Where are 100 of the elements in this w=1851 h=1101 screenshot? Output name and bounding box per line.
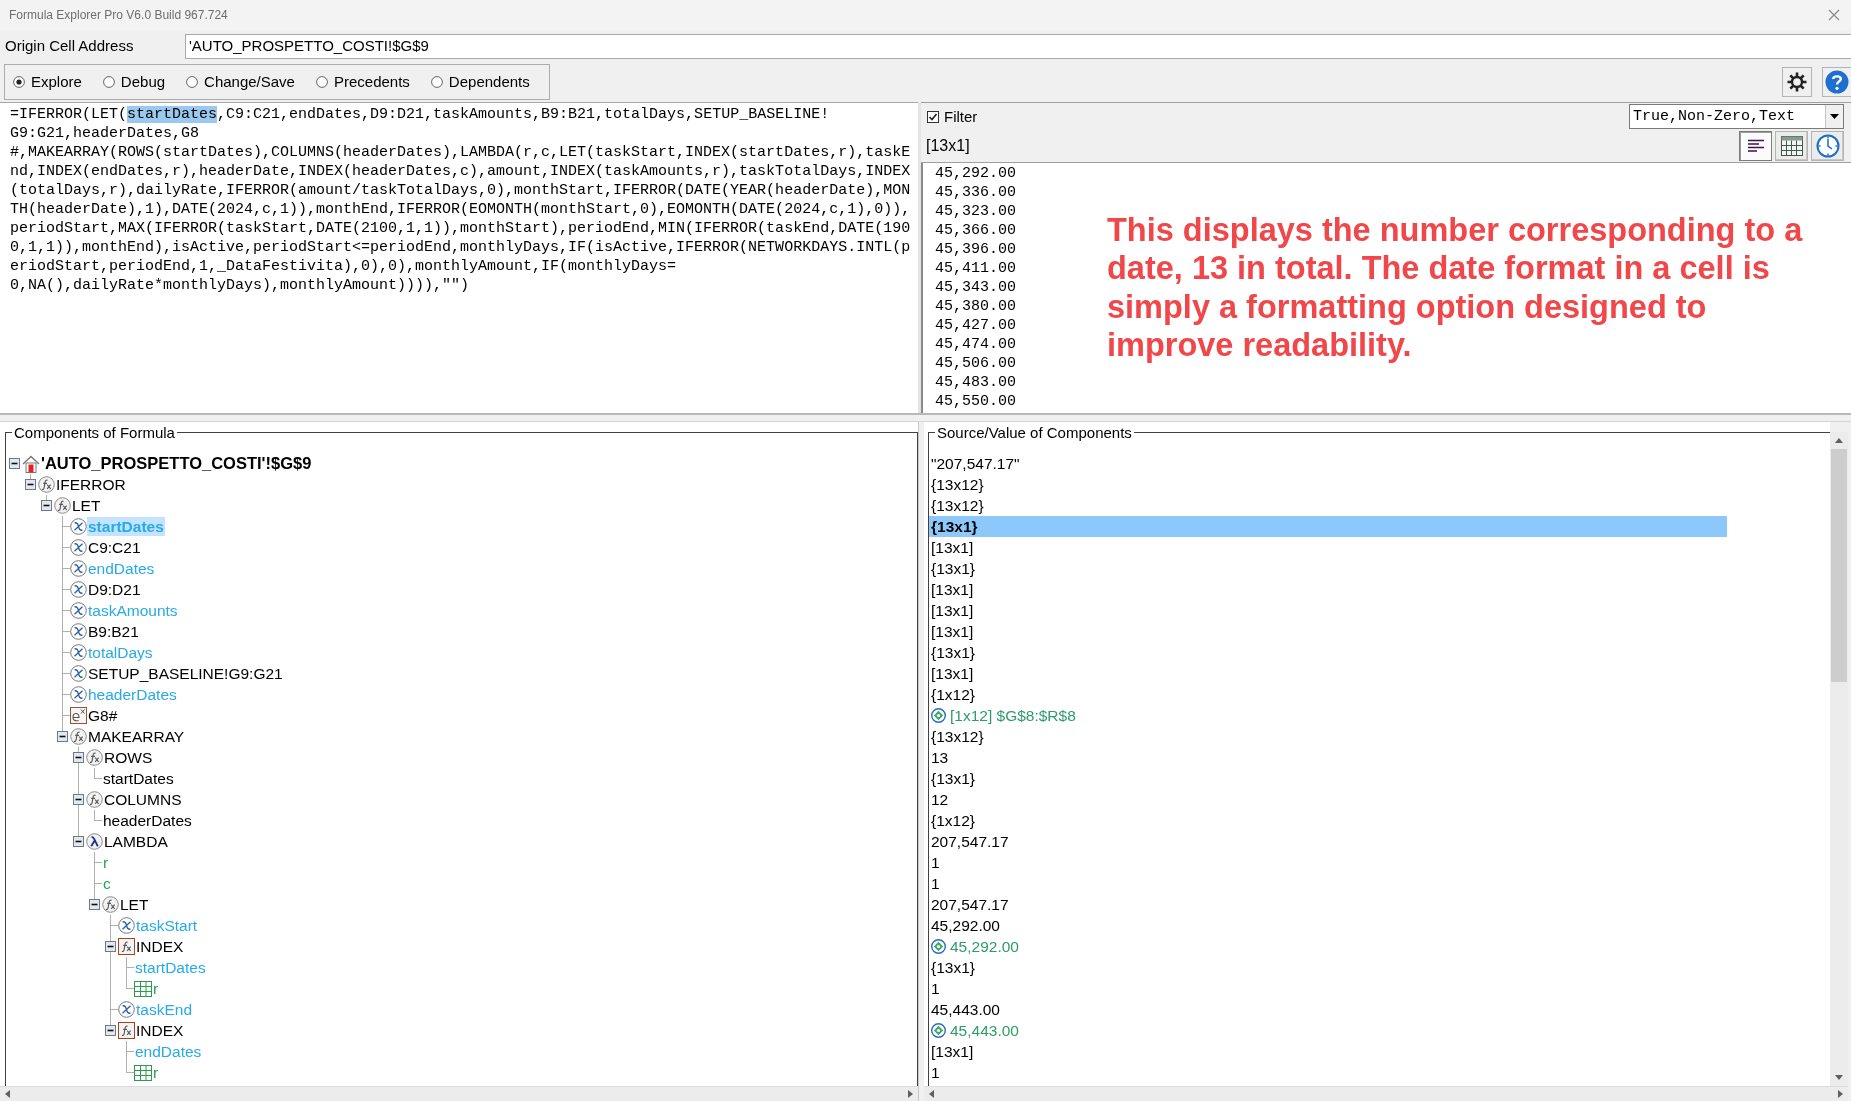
value-row[interactable]: {13x1}: [929, 516, 1727, 537]
radio-icon[interactable]: [315, 76, 328, 88]
result-value: 45,411.00: [935, 259, 1016, 278]
arrow-right-icon[interactable]: [1838, 1090, 1843, 1098]
tree-node-label[interactable]: LET: [119, 895, 150, 914]
filter-checkbox[interactable]: Filter: [927, 105, 978, 128]
collapse-icon[interactable]: [72, 752, 84, 763]
tree-node-label[interactable]: MAKEARRAY: [87, 727, 186, 746]
collapse-icon[interactable]: [24, 479, 36, 490]
arrow-up-icon[interactable]: [1835, 438, 1843, 443]
variable-icon: [70, 686, 87, 703]
tree-node-label[interactable]: IFERROR: [55, 475, 127, 494]
value-row[interactable]: {13x1}: [929, 957, 977, 978]
arrow-right-icon[interactable]: [908, 1090, 913, 1098]
table-icon: [1780, 136, 1803, 157]
tree-node-label[interactable]: B9:B21: [87, 622, 140, 641]
radio-option[interactable]: Precedents: [315, 70, 410, 94]
tree-node-label[interactable]: D9:D21: [87, 580, 142, 599]
grid-icon: [134, 980, 152, 997]
help-button[interactable]: [1822, 67, 1851, 97]
value-row[interactable]: 45,292.00: [929, 915, 1002, 936]
vertical-scrollbar[interactable]: [1830, 432, 1848, 1086]
arrow-left-icon[interactable]: [929, 1090, 934, 1098]
horizontal-scrollbar[interactable]: [0, 1086, 918, 1101]
close-icon[interactable]: [1828, 9, 1840, 21]
value-row[interactable]: 1: [929, 852, 942, 873]
value-row[interactable]: 12: [929, 789, 951, 810]
value-row[interactable]: 45,443.00: [929, 999, 1002, 1020]
result-value: 45,323.00: [935, 202, 1016, 221]
tree-node-label[interactable]: C9:C21: [87, 538, 142, 557]
value-row[interactable]: "207,547.17": [929, 453, 1022, 474]
radio-icon[interactable]: [186, 76, 199, 88]
value-row[interactable]: [13x1]: [929, 537, 976, 558]
value-row[interactable]: 13: [929, 747, 951, 768]
tree-node-label[interactable]: 'AUTO_PROSPETTO_COSTI'!$G$9: [40, 454, 313, 473]
collapse-icon[interactable]: [40, 500, 52, 511]
value-row[interactable]: {13x12}: [929, 726, 986, 747]
radio-icon[interactable]: [13, 76, 25, 88]
value-row[interactable]: 45,292.00: [929, 936, 1021, 957]
radio-icon[interactable]: [430, 76, 443, 88]
settings-button[interactable]: [1782, 67, 1812, 97]
value-row[interactable]: {13x12}: [929, 474, 986, 495]
value-row[interactable]: [1x12] $G$8:$R$8: [929, 705, 1078, 726]
value-row[interactable]: {1x12}: [929, 810, 977, 831]
value-row[interactable]: 1: [929, 873, 942, 894]
tree-node-label[interactable]: G8#: [87, 706, 119, 725]
value-row[interactable]: {13x1}: [929, 768, 977, 789]
radio-option[interactable]: Change/Save: [186, 70, 295, 94]
value-row[interactable]: 207,547.17: [929, 831, 1011, 852]
collapse-icon[interactable]: [8, 458, 20, 469]
radio-option[interactable]: Dependents: [430, 70, 530, 94]
tree-node-label[interactable]: LAMBDA: [103, 832, 169, 851]
tree-node-label[interactable]: INDEX: [135, 1021, 185, 1040]
tree-node-label[interactable]: INDEX: [135, 937, 185, 956]
tree-node-label[interactable]: startDates: [102, 769, 175, 788]
function-icon: [86, 791, 103, 808]
radio-option[interactable]: Debug: [102, 70, 166, 94]
value-row[interactable]: 1: [929, 1062, 942, 1083]
collapse-icon[interactable]: [72, 794, 84, 805]
toolbar-button[interactable]: [1739, 131, 1772, 162]
variable-icon: [70, 623, 87, 640]
value-row[interactable]: [13x1]: [929, 579, 976, 600]
arrow-left-icon[interactable]: [5, 1090, 10, 1098]
tree-node-label[interactable]: headerDates: [102, 811, 193, 830]
result-value: 45,474.00: [935, 335, 1016, 354]
scroll-thumb[interactable]: [1831, 449, 1847, 682]
value-row[interactable]: {13x1}: [929, 642, 977, 663]
address-field[interactable]: 'AUTO_PROSPETTO_COSTI!$G$9: [185, 33, 1851, 59]
caret-down-icon[interactable]: [1830, 114, 1839, 120]
settings-icon: [1786, 71, 1808, 93]
value-row[interactable]: {13x1}: [929, 558, 977, 579]
radio-option[interactable]: Explore: [13, 70, 82, 94]
collapse-icon[interactable]: [104, 1025, 116, 1036]
value-row[interactable]: {13x12}: [929, 495, 986, 516]
toolbar-button[interactable]: [1775, 131, 1808, 162]
arrow-down-icon[interactable]: [1835, 1075, 1843, 1080]
collapse-icon[interactable]: [56, 731, 68, 742]
result-value: 45,343.00: [935, 278, 1016, 297]
collapse-icon[interactable]: [104, 941, 116, 952]
variable-icon: [118, 917, 135, 934]
value-row[interactable]: 1: [929, 978, 942, 999]
tree-node-label[interactable]: ROWS: [103, 748, 154, 767]
horizontal-scrollbar[interactable]: [924, 1086, 1848, 1101]
value-row[interactable]: 207,547.17: [929, 894, 1011, 915]
value-row[interactable]: [13x1]: [929, 1041, 976, 1062]
collapse-icon[interactable]: [88, 899, 100, 910]
tree-node-label[interactable]: LET: [71, 496, 102, 515]
tree-node-label[interactable]: COLUMNS: [103, 790, 183, 809]
collapse-icon[interactable]: [72, 836, 84, 847]
value-row[interactable]: [13x1]: [929, 663, 976, 684]
diamond-icon: [931, 708, 946, 723]
tree-node-label[interactable]: SETUP_BASELINE!G9:G21: [87, 664, 284, 683]
value-row[interactable]: {1x12}: [929, 684, 977, 705]
filter-dropdown[interactable]: True,Non-Zero,Text: [1629, 104, 1844, 130]
checkbox-icon[interactable]: [927, 110, 939, 123]
value-row[interactable]: [13x1]: [929, 621, 976, 642]
value-row[interactable]: [13x1]: [929, 600, 976, 621]
radio-icon[interactable]: [102, 76, 115, 88]
value-row[interactable]: 45,443.00: [929, 1020, 1021, 1041]
formula-field[interactable]: =IFERROR(LET(startDates,C9:C21,endDates,D9:D21,taskAmounts,B9:B21,totalDays,SETUP_BASELINE! G9:G21,headerDates,G8 #,MAKEARRAY(ROWS(startDates),COLUMNS(headerDates),LAMBDA(r,c,LET(taskStart,INDEX(startDates,r),taskE nd,INDEX(endDates,r),headerDate,INDEX(headerDates,c),amount,INDEX(taskAmounts,r),taskTotalDays,INDEX (totalDays,r),dailyRate,IFERROR(amount/taskTotalDays,0),monthStart,IFERROR(DATE(YEAR(headerDate),MON TH(headerDate),1),DATE(2024,c,1)),monthEnd,IFERROR(EOMONTH(monthStart,0),EOMONTH(DATE(2024,c,1),0)), periodStart,MAX(IFERROR(taskStart,DATE(2100,1,1)),monthStart),periodEnd,MIN(IFERROR(taskEnd,DATE(190 0,1,1)),monthEnd),isActive,periodStart<=periodEnd,monthlyDays,IF(isActive,IFERROR(NETWORKDAYS.INTL(p eriodStart,periodEnd,1,_DataFestivita),0),0),monthlyAmount,IF(monthlyDays= 0,NA(),dailyRate*monthlyDays),monthlyAmount)))),""): [0, 102, 918, 413]
